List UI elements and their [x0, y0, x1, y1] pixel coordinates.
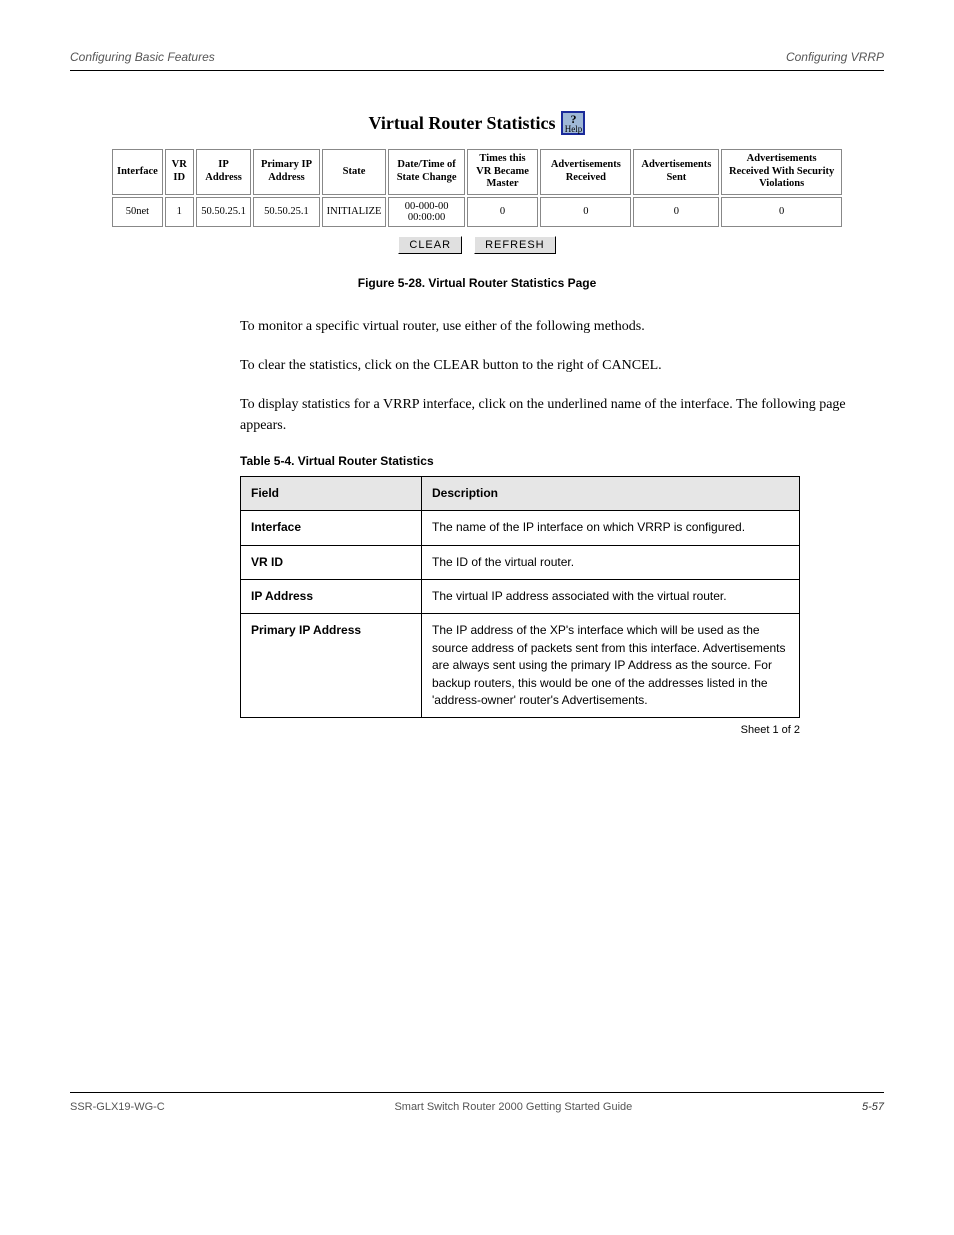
stats-header-row: Interface VR ID IP Address Primary IP Ad… [112, 149, 842, 195]
desc-value: The ID of the virtual router. [422, 545, 800, 579]
desc-field: Primary IP Address [241, 614, 422, 718]
desc-row-vrid: VR ID The ID of the virtual router. [241, 545, 800, 579]
cell-adv-sec: 0 [721, 197, 842, 227]
cell-adv-recv: 0 [540, 197, 631, 227]
col-adv-sec: Advertisements Received With Security Vi… [721, 149, 842, 195]
desc-field: Interface [241, 511, 422, 545]
table-caption: Table 5-4. Virtual Router Statistics [240, 454, 884, 468]
cell-adv-sent: 0 [633, 197, 719, 227]
figure-title: Virtual Router Statistics [369, 113, 556, 134]
paragraph-3: To display statistics for a VRRP interfa… [240, 394, 884, 436]
figure-caption: Figure 5-28. Virtual Router Statistics P… [70, 276, 884, 290]
cell-vrid: 1 [165, 197, 194, 227]
footer-left: SSR-GLX19-WG-C [70, 1101, 165, 1113]
desc-value: The name of the IP interface on which VR… [422, 511, 800, 545]
help-icon[interactable]: ? Help [561, 111, 585, 135]
desc-header-row: Field Description [241, 476, 800, 510]
stats-data-row: 50net 1 50.50.25.1 50.50.25.1 INITIALIZE… [112, 197, 842, 227]
paragraph-2: To clear the statistics, click on the CL… [240, 355, 884, 376]
col-ip-address: IP Address [196, 149, 252, 195]
footer-page: 5-57 [862, 1101, 884, 1113]
col-interface: Interface [112, 149, 163, 195]
sheet-indicator: Sheet 1 of 2 [240, 724, 800, 736]
header-right: Configuring VRRP [786, 50, 884, 64]
figure-block: Virtual Router Statistics ? Help Interfa… [110, 111, 844, 254]
desc-row-primary-ip: Primary IP Address The IP address of the… [241, 614, 800, 718]
cell-primary-ip: 50.50.25.1 [253, 197, 319, 227]
cell-master: 0 [467, 197, 538, 227]
running-header: Configuring Basic Features Configuring V… [70, 50, 884, 71]
desc-field: IP Address [241, 579, 422, 613]
col-state: State [322, 149, 387, 195]
paragraph-1: To monitor a specific virtual router, us… [240, 316, 884, 337]
header-left: Configuring Basic Features [70, 50, 215, 64]
col-vrid: VR ID [165, 149, 194, 195]
cell-ip: 50.50.25.1 [196, 197, 252, 227]
desc-field: VR ID [241, 545, 422, 579]
col-state-change: Date/Time of State Change [388, 149, 464, 195]
col-adv-sent: Advertisements Sent [633, 149, 719, 195]
cell-interface[interactable]: 50net [112, 197, 163, 227]
col-primary-ip: Primary IP Address [253, 149, 319, 195]
description-table: Field Description Interface The name of … [240, 476, 800, 719]
desc-row-ip: IP Address The virtual IP address associ… [241, 579, 800, 613]
desc-value: The virtual IP address associated with t… [422, 579, 800, 613]
desc-row-interface: Interface The name of the IP interface o… [241, 511, 800, 545]
desc-header-desc: Description [422, 476, 800, 510]
cell-time: 00-000-00 00:00:00 [388, 197, 464, 227]
footer-center: Smart Switch Router 2000 Getting Started… [394, 1101, 632, 1113]
col-times-master: Times this VR Became Master [467, 149, 538, 195]
page-footer: SSR-GLX19-WG-C Smart Switch Router 2000 … [70, 1092, 884, 1113]
stats-table: Interface VR ID IP Address Primary IP Ad… [110, 147, 844, 229]
refresh-button[interactable]: REFRESH [474, 236, 556, 254]
cell-state: INITIALIZE [322, 197, 387, 227]
desc-header-field: Field [241, 476, 422, 510]
col-adv-recv: Advertisements Received [540, 149, 631, 195]
clear-button[interactable]: CLEAR [398, 236, 462, 254]
desc-value: The IP address of the XP's interface whi… [422, 614, 800, 718]
